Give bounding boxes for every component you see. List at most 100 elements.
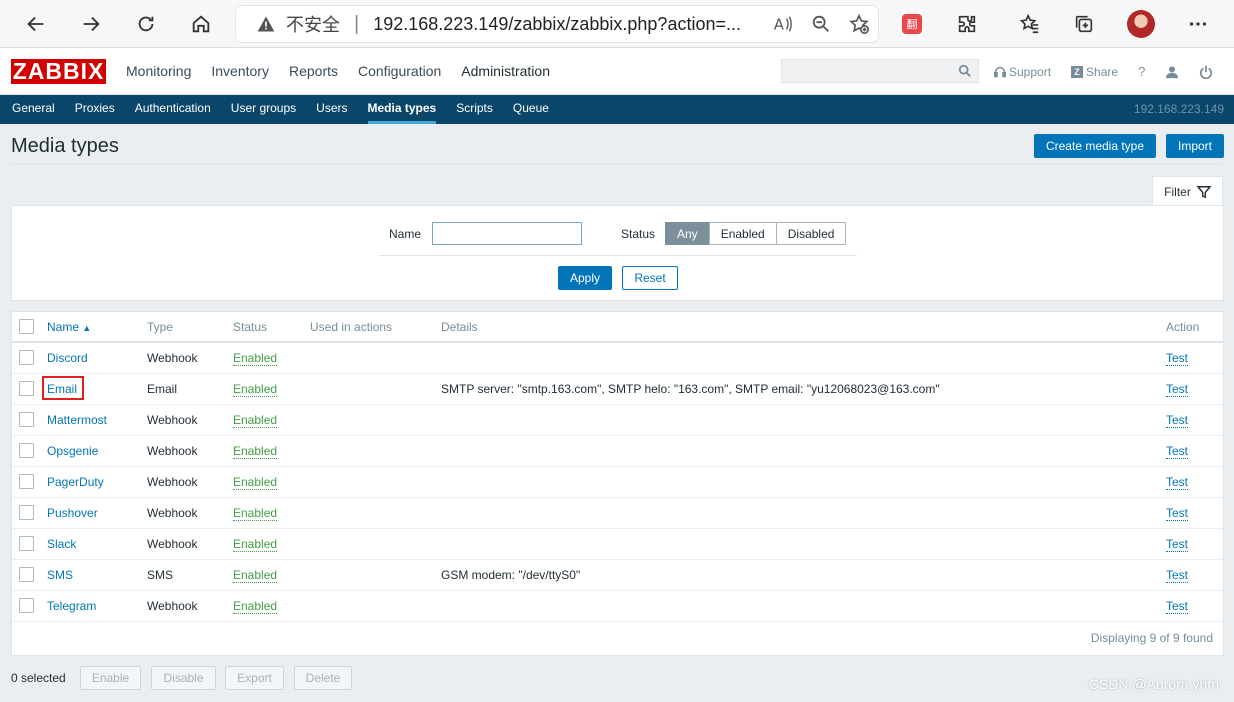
subnav-authentication[interactable]: Authentication: [125, 95, 221, 124]
import-button[interactable]: Import: [1166, 134, 1224, 158]
menu-monitoring[interactable]: Monitoring: [126, 63, 191, 79]
select-all-checkbox[interactable]: [19, 319, 34, 334]
media-name-link[interactable]: SMS: [47, 568, 73, 582]
row-checkbox[interactable]: [19, 350, 34, 365]
zoom-out-icon[interactable]: [810, 13, 832, 35]
test-link[interactable]: Test: [1166, 506, 1189, 521]
filter-status-label: Status: [621, 227, 656, 241]
row-checkbox[interactable]: [19, 505, 34, 520]
status-toggle[interactable]: Enabled: [233, 506, 278, 521]
header-used-in-actions: Used in actions: [310, 320, 393, 334]
media-details: GSM modem: "/dev/ttyS0": [441, 568, 581, 582]
reload-icon[interactable]: [128, 6, 164, 42]
apply-button[interactable]: Apply: [558, 266, 612, 290]
filter-tab[interactable]: Filter: [1152, 176, 1223, 206]
menu-inventory[interactable]: Inventory: [211, 63, 269, 79]
media-name-link[interactable]: Slack: [47, 537, 76, 551]
status-toggle[interactable]: Enabled: [233, 475, 278, 490]
row-checkbox[interactable]: [19, 474, 34, 489]
media-type: Webhook: [147, 413, 198, 427]
test-link[interactable]: Test: [1166, 351, 1189, 366]
test-link[interactable]: Test: [1166, 568, 1189, 583]
disable-button[interactable]: Disable: [151, 666, 216, 690]
support-link[interactable]: Support: [994, 65, 1051, 79]
status-toggle[interactable]: Enabled: [233, 382, 278, 397]
subnav-users[interactable]: Users: [306, 95, 357, 124]
subnav-scripts[interactable]: Scripts: [446, 95, 503, 124]
address-separator: |: [354, 12, 360, 35]
collections-icon[interactable]: [1068, 8, 1100, 40]
status-any-option[interactable]: Any: [665, 222, 710, 245]
user-profile-icon[interactable]: [1165, 65, 1179, 79]
media-name-link[interactable]: Mattermost: [47, 413, 107, 427]
address-bar[interactable]: 不安全 | 192.168.223.149/zabbix/zabbix.php?…: [236, 6, 878, 42]
create-media-type-button[interactable]: Create media type: [1034, 134, 1156, 158]
favorite-add-icon[interactable]: [848, 13, 870, 35]
enable-button[interactable]: Enable: [80, 666, 141, 690]
sign-out-icon[interactable]: [1199, 65, 1213, 79]
header-name[interactable]: Name ▲: [47, 320, 91, 334]
subnav-queue[interactable]: Queue: [503, 95, 559, 124]
export-button[interactable]: Export: [225, 666, 284, 690]
selected-count: 0 selected: [11, 671, 66, 685]
row-checkbox[interactable]: [19, 536, 34, 551]
subnav-proxies[interactable]: Proxies: [65, 95, 125, 124]
filter-panel: Name Status Any Enabled Disabled Apply R…: [11, 205, 1224, 301]
forward-icon[interactable]: [73, 6, 109, 42]
status-toggle[interactable]: Enabled: [233, 537, 278, 552]
test-link[interactable]: Test: [1166, 537, 1189, 552]
menu-administration[interactable]: Administration: [461, 63, 550, 79]
test-link[interactable]: Test: [1166, 475, 1189, 490]
favorites-icon[interactable]: [1014, 8, 1046, 40]
test-link[interactable]: Test: [1166, 413, 1189, 428]
menu-configuration[interactable]: Configuration: [358, 63, 441, 79]
mass-actions-bar: 0 selected Enable Disable Export Delete: [11, 666, 1223, 690]
extension-icon[interactable]: 翻: [896, 8, 928, 40]
status-toggle[interactable]: Enabled: [233, 413, 278, 428]
url-text[interactable]: 192.168.223.149/zabbix/zabbix.php?action…: [373, 14, 741, 35]
row-checkbox[interactable]: [19, 443, 34, 458]
status-toggle[interactable]: Enabled: [233, 568, 278, 583]
media-name-link[interactable]: Pushover: [47, 506, 98, 520]
media-name-link[interactable]: Opsgenie: [47, 444, 98, 458]
test-link[interactable]: Test: [1166, 599, 1189, 614]
media-name-link[interactable]: PagerDuty: [47, 475, 104, 489]
media-name-link[interactable]: Telegram: [47, 599, 96, 613]
status-disabled-option[interactable]: Disabled: [775, 222, 847, 245]
menu-reports[interactable]: Reports: [289, 63, 338, 79]
status-enabled-option[interactable]: Enabled: [708, 222, 777, 245]
subnav-media-types[interactable]: Media types: [358, 95, 447, 124]
status-toggle[interactable]: Enabled: [233, 599, 278, 614]
test-link[interactable]: Test: [1166, 444, 1189, 459]
header-type[interactable]: Type: [147, 320, 173, 334]
row-checkbox[interactable]: [19, 412, 34, 427]
reset-button[interactable]: Reset: [622, 266, 678, 290]
row-checkbox[interactable]: [19, 598, 34, 613]
more-icon[interactable]: [1182, 8, 1214, 40]
row-checkbox[interactable]: [19, 381, 34, 396]
help-icon[interactable]: ?: [1138, 64, 1145, 79]
profile-avatar[interactable]: [1125, 8, 1157, 40]
filter-name-input[interactable]: [432, 222, 582, 245]
row-checkbox[interactable]: [19, 567, 34, 582]
search-icon[interactable]: [958, 64, 972, 78]
delete-button[interactable]: Delete: [294, 666, 352, 690]
back-icon[interactable]: [18, 6, 54, 42]
media-type: Webhook: [147, 351, 198, 365]
media-type: Webhook: [147, 506, 198, 520]
test-link[interactable]: Test: [1166, 382, 1189, 397]
share-link[interactable]: Z Share: [1071, 65, 1118, 79]
zabbix-logo[interactable]: ZABBIX: [11, 58, 106, 84]
media-name-link[interactable]: Email: [47, 382, 77, 396]
status-toggle[interactable]: Enabled: [233, 444, 278, 459]
warning-icon[interactable]: [256, 14, 276, 34]
read-aloud-icon[interactable]: A: [772, 13, 794, 35]
extensions-puzzle-icon[interactable]: [951, 8, 983, 40]
media-name-link[interactable]: Discord: [47, 351, 88, 365]
home-icon[interactable]: [183, 6, 219, 42]
subnav-user-groups[interactable]: User groups: [221, 95, 306, 124]
status-toggle[interactable]: Enabled: [233, 351, 278, 366]
subnav-general[interactable]: General: [2, 95, 65, 124]
global-search-input[interactable]: [781, 59, 979, 83]
header-status[interactable]: Status: [233, 320, 267, 334]
